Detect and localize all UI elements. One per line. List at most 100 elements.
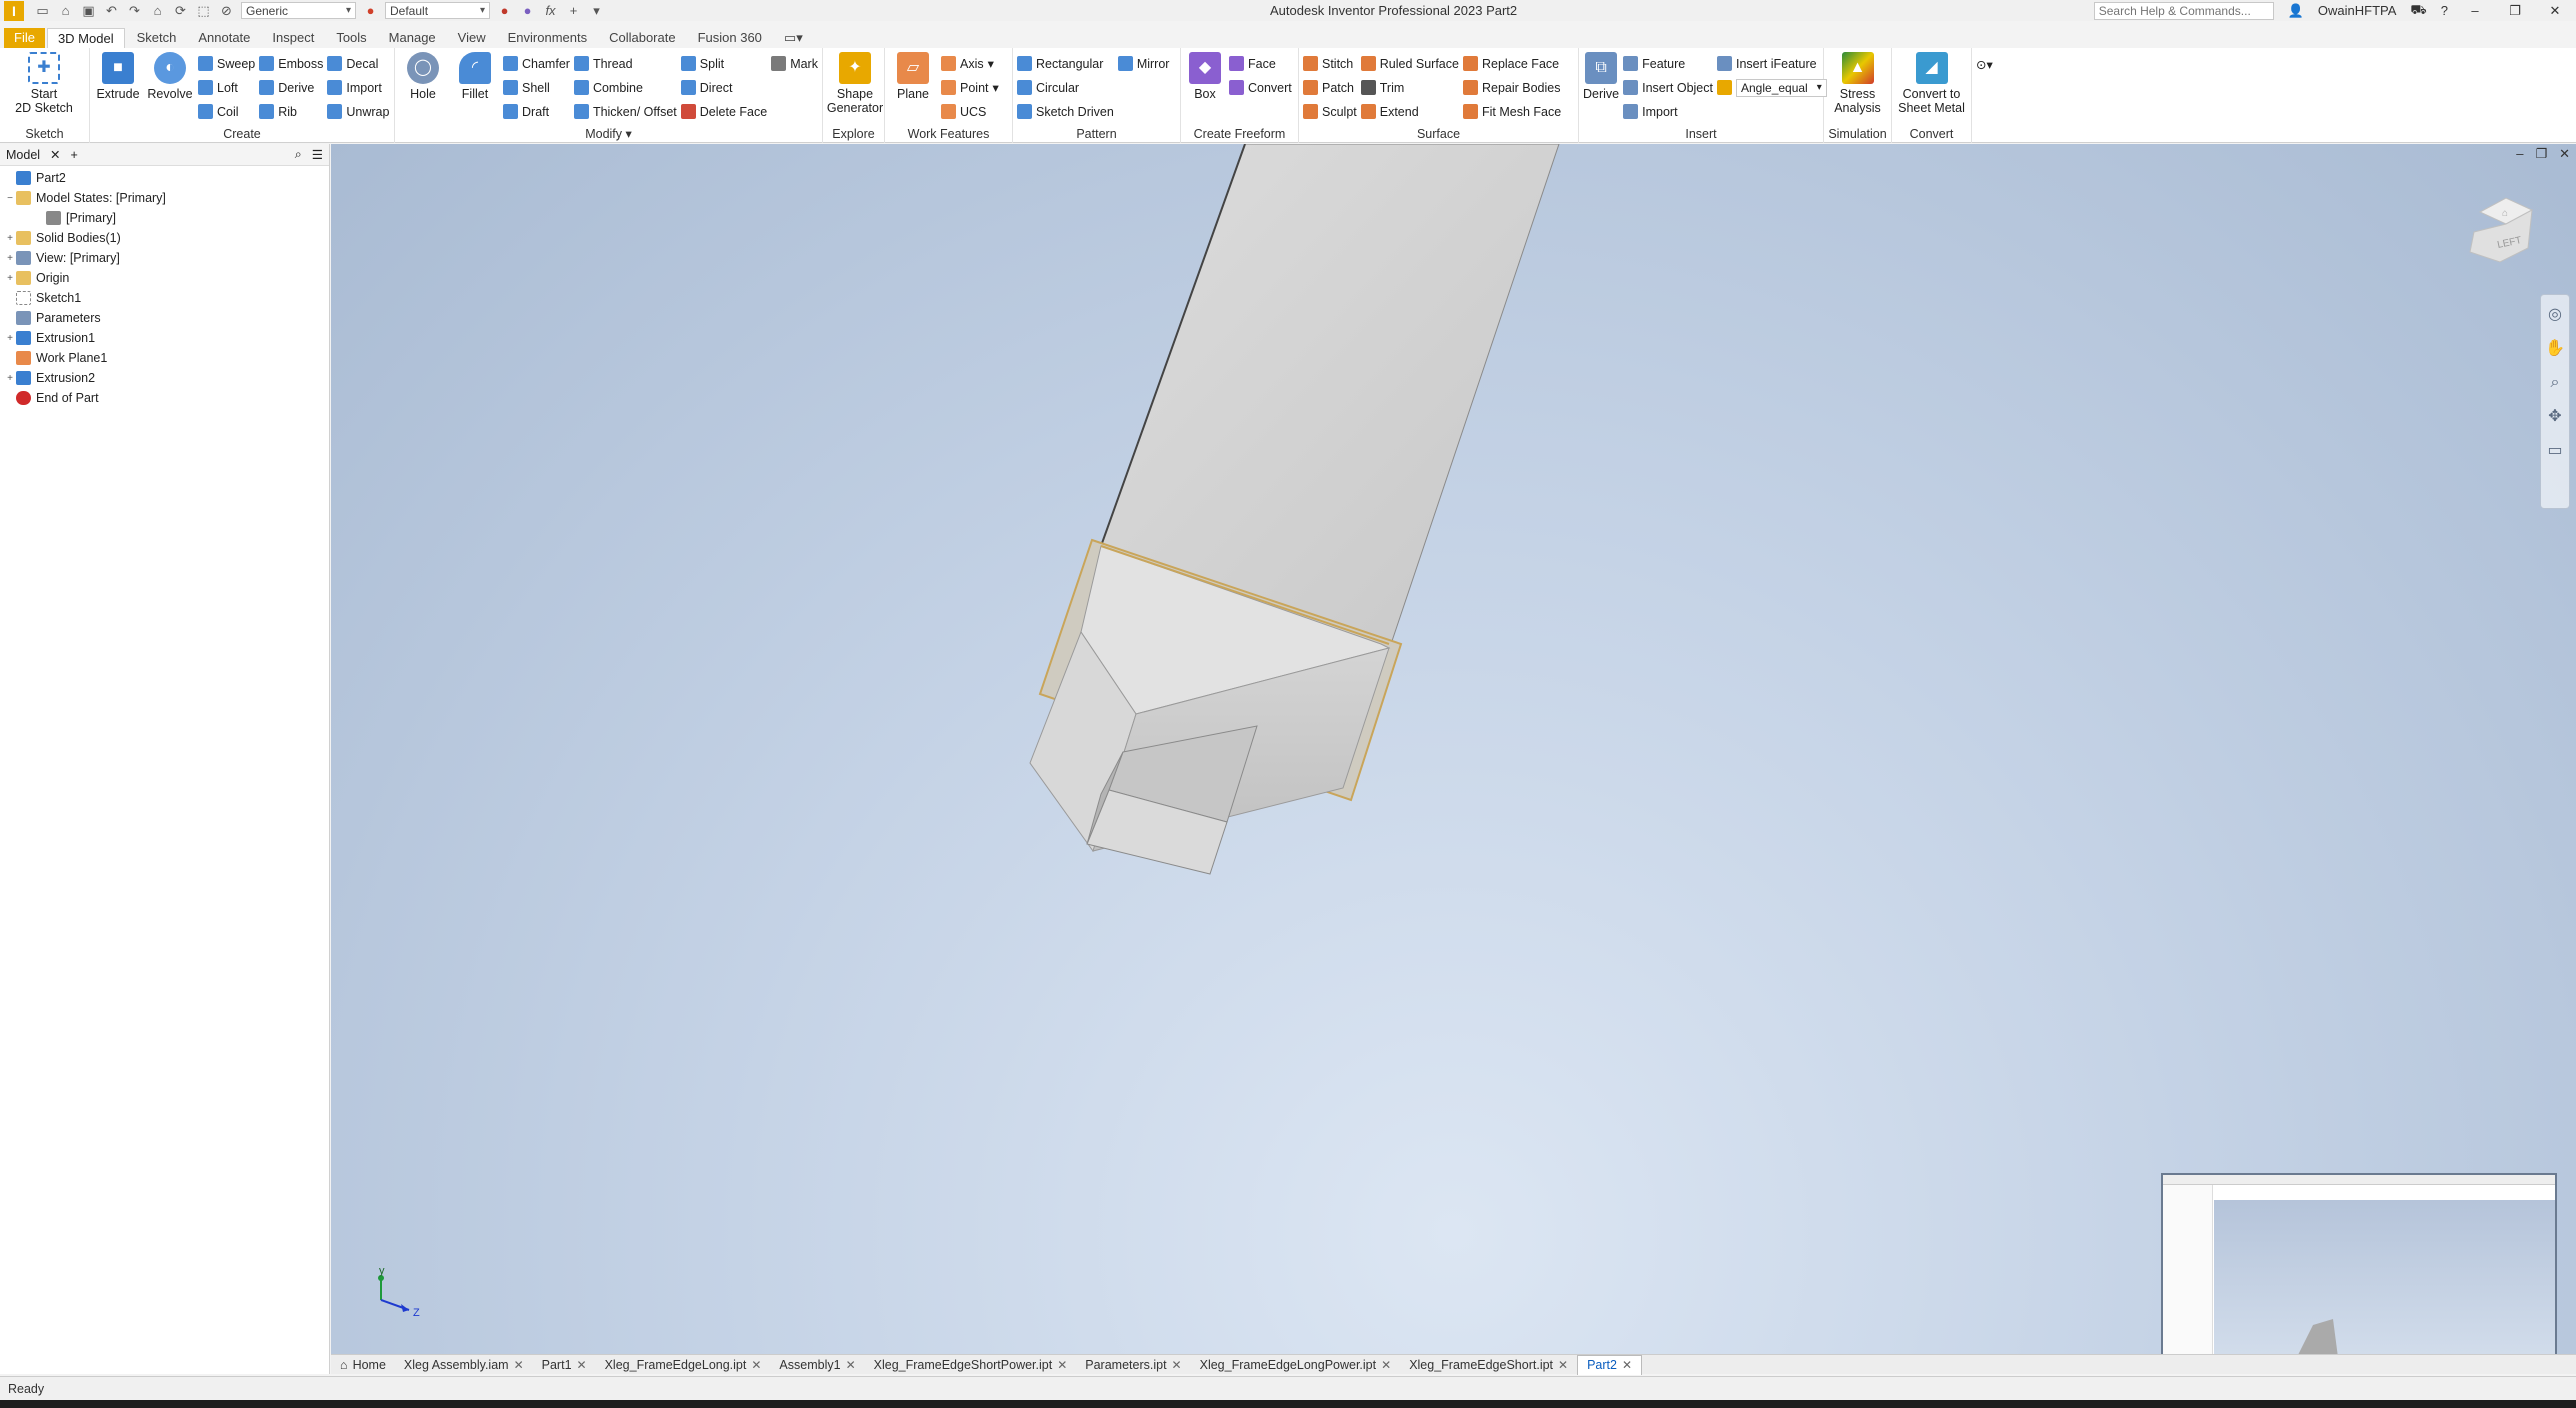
tab-environments[interactable]: Environments	[498, 28, 597, 48]
group-label-modify[interactable]: Modify ▾	[395, 126, 822, 141]
plus-icon[interactable]: +	[565, 2, 582, 19]
tab-inspect[interactable]: Inspect	[262, 28, 324, 48]
browser-node[interactable]: + Solid Bodies(1)	[0, 228, 329, 248]
sweep-button[interactable]: Sweep	[198, 53, 255, 74]
sculpt-button[interactable]: Sculpt	[1303, 101, 1357, 122]
browser-node[interactable]: + View: [Primary]	[0, 248, 329, 268]
browser-node[interactable]: Sketch1	[0, 288, 329, 308]
tab-file[interactable]: File	[4, 28, 45, 48]
delete-face-button[interactable]: Delete Face	[680, 101, 767, 122]
document-tab[interactable]: Xleg Assembly.iam ✕	[395, 1355, 533, 1375]
insert-object-button[interactable]: Insert Object	[1623, 77, 1713, 98]
tab-sketch[interactable]: Sketch	[127, 28, 187, 48]
clear-override-icon[interactable]: ●	[519, 2, 536, 19]
ribbon-options-icon[interactable]: ⊙▾	[1976, 54, 1993, 75]
close-tab-icon[interactable]: ✕	[1622, 1358, 1632, 1372]
split-button[interactable]: Split	[680, 53, 767, 74]
close-tab-icon[interactable]: ✕	[1381, 1358, 1391, 1372]
tab-overflow-icon[interactable]: ▭▾	[774, 28, 813, 48]
document-tab[interactable]: Xleg_FrameEdgeShort.ipt ✕	[1400, 1355, 1577, 1375]
tab-annotate[interactable]: Annotate	[188, 28, 260, 48]
emboss-button[interactable]: Emboss	[259, 53, 323, 74]
thread-button[interactable]: Thread	[573, 53, 677, 74]
browser-tab-model[interactable]: Model	[6, 148, 40, 162]
browser-node[interactable]: Parameters	[0, 308, 329, 328]
minimize-icon[interactable]: –	[2462, 3, 2488, 18]
close-tab-icon[interactable]: ✕	[846, 1358, 856, 1372]
patch-button[interactable]: Patch	[1303, 77, 1357, 98]
tab-collaborate[interactable]: Collaborate	[599, 28, 686, 48]
expand-icon[interactable]: +	[4, 233, 16, 244]
view-cube[interactable]: LEFT ⌂	[2466, 192, 2538, 274]
appearance-select[interactable]: Generic	[241, 2, 356, 19]
browser-node[interactable]: Work Plane1	[0, 348, 329, 368]
save-icon[interactable]: ▣	[80, 2, 97, 19]
document-tab[interactable]: ⌂ Home	[331, 1355, 395, 1375]
browser-menu-icon[interactable]: ☰	[312, 147, 323, 162]
close-tab-icon[interactable]: ✕	[1558, 1358, 1568, 1372]
orbit-icon[interactable]: ✥	[2545, 407, 2565, 427]
derive-button[interactable]: Derive	[259, 77, 323, 98]
chamfer-button[interactable]: Chamfer	[503, 53, 570, 74]
user-icon[interactable]: 👤	[2288, 3, 2304, 19]
select-icon[interactable]: ⬚	[195, 2, 212, 19]
document-tab[interactable]: Assembly1 ✕	[770, 1355, 864, 1375]
expand-icon[interactable]: +	[4, 273, 16, 284]
window-thumbnail-preview[interactable]	[2161, 1173, 2557, 1354]
ruled-surface-button[interactable]: Ruled Surface	[1360, 53, 1459, 74]
thicken-offset-button[interactable]: Thicken/ Offset	[573, 101, 677, 122]
combine-button[interactable]: Combine	[573, 77, 677, 98]
help-icon[interactable]: ?	[2441, 3, 2448, 18]
view-cube-home-icon[interactable]: ⌂	[2502, 208, 2508, 219]
document-tab[interactable]: Part2 ✕	[1577, 1354, 1643, 1375]
feature-button[interactable]: Feature	[1623, 53, 1713, 74]
direct-button[interactable]: Direct	[680, 77, 767, 98]
measure-icon[interactable]: ⊘	[218, 2, 235, 19]
expand-icon[interactable]: −	[4, 193, 16, 204]
open-icon[interactable]: ⌂	[57, 2, 74, 19]
appearance-adjust-icon[interactable]: ●	[496, 2, 513, 19]
loft-button[interactable]: Loft	[198, 77, 255, 98]
tab-manage[interactable]: Manage	[379, 28, 446, 48]
close-tab-icon[interactable]: ✕	[514, 1358, 524, 1372]
face-button[interactable]: Face	[1229, 53, 1292, 74]
tab-fusion-360[interactable]: Fusion 360	[688, 28, 772, 48]
app-logo[interactable]: I	[4, 0, 24, 21]
user-name[interactable]: OwainHFTPA	[2318, 3, 2397, 18]
home-icon[interactable]: ⌂	[149, 2, 166, 19]
document-tab[interactable]: Part1 ✕	[533, 1355, 596, 1375]
document-tab[interactable]: Xleg_FrameEdgeLongPower.ipt ✕	[1191, 1355, 1401, 1375]
zoom-icon[interactable]: ⌕	[2545, 373, 2565, 393]
rectangular-pattern-button[interactable]: Rectangular	[1017, 53, 1114, 74]
expand-icon[interactable]: +	[4, 253, 16, 264]
browser-node[interactable]: − Model States: [Primary]	[0, 188, 329, 208]
graphics-viewport[interactable]: – ❐ ✕ LEFT ⌂ ◎ ✋ ⌕ ✥ ▭ y Z	[331, 144, 2576, 1354]
browser-node[interactable]: [Primary]	[0, 208, 329, 228]
close-tab-icon[interactable]: ✕	[1172, 1358, 1182, 1372]
redo-icon[interactable]: ↷	[126, 2, 143, 19]
circular-pattern-button[interactable]: Circular	[1017, 77, 1114, 98]
fit-mesh-face-button[interactable]: Fit Mesh Face	[1462, 101, 1561, 122]
browser-node[interactable]: + Extrusion1	[0, 328, 329, 348]
draft-button[interactable]: Draft	[503, 101, 570, 122]
replace-face-button[interactable]: Replace Face	[1462, 53, 1561, 74]
document-tab[interactable]: Xleg_FrameEdgeLong.ipt ✕	[596, 1355, 771, 1375]
browser-node[interactable]: + Origin	[0, 268, 329, 288]
browser-node[interactable]: End of Part	[0, 388, 329, 408]
ucs-button[interactable]: UCS	[941, 101, 999, 122]
mark-button[interactable]: Mark	[771, 53, 818, 74]
steering-wheel-icon[interactable]: ◎	[2545, 305, 2565, 325]
browser-node[interactable]: + Extrusion2	[0, 368, 329, 388]
material-select[interactable]: Default	[385, 2, 490, 19]
browser-close-icon[interactable]: ✕	[50, 147, 60, 162]
repair-bodies-button[interactable]: Repair Bodies	[1462, 77, 1561, 98]
pan-icon[interactable]: ✋	[2545, 339, 2565, 359]
import-button[interactable]: Import	[327, 77, 389, 98]
expand-icon[interactable]: +	[4, 333, 16, 344]
look-at-icon[interactable]: ▭	[2545, 441, 2565, 461]
new-icon[interactable]: ▭	[34, 2, 51, 19]
convert-button[interactable]: Convert	[1229, 77, 1292, 98]
document-tab[interactable]: Xleg_FrameEdgeShortPower.ipt ✕	[865, 1355, 1077, 1375]
import-insert-button[interactable]: Import	[1623, 101, 1713, 122]
fx-icon[interactable]: fx	[542, 2, 559, 19]
